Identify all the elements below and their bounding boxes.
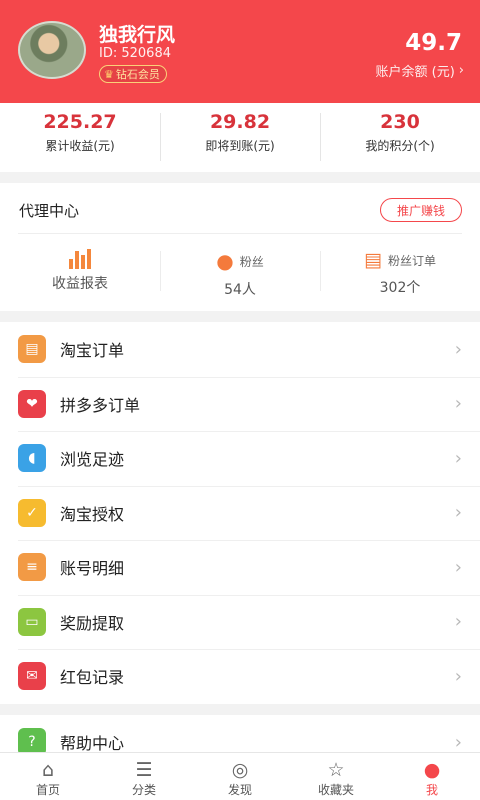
avatar[interactable] [18, 21, 86, 79]
help-icon: ? [18, 728, 46, 755]
divider [18, 233, 462, 234]
red-envelope-icon: ✉ [18, 662, 46, 691]
tab-bar: ⌂ 首页 ☰ 分类 ◎ 发现 ☆ 收藏夹 ● 我 [0, 752, 480, 800]
shield-check-icon: ✓ [18, 498, 46, 527]
compass-icon: ◎ [231, 759, 249, 781]
menu-list-secondary: ? 帮助中心 › [0, 715, 480, 755]
category-icon: ☰ [135, 759, 153, 781]
tile-fans[interactable]: ● 粉丝 54人 [160, 241, 320, 301]
tile-fan-orders[interactable]: ▤ 粉丝订单 302个 [320, 241, 480, 301]
menu-item[interactable]: ✓ 淘宝授权 › [0, 485, 480, 541]
menu-item[interactable]: ❤ 拼多多订单 › [0, 376, 480, 432]
tile-label: 粉丝 [239, 254, 264, 269]
balance-value[interactable]: 49.7 [405, 30, 462, 56]
menu-item[interactable]: ✉ 红包记录 › [0, 649, 480, 704]
stat-value: 225.27 [43, 111, 117, 133]
orders-icon: ▤ [18, 335, 46, 364]
vip-badge: ♛ 钻石会员 [99, 65, 167, 83]
menu-item-label: 浏览足迹 [60, 450, 125, 470]
wallet-icon: ▭ [18, 607, 46, 636]
agent-title: 代理中心 [19, 202, 80, 220]
menu-item-label: 淘宝订单 [60, 341, 125, 361]
stat-value: 29.82 [209, 111, 271, 133]
stat-points[interactable]: 230 我的积分(个) [320, 103, 480, 172]
tab-star[interactable]: ☆ 收藏夹 [288, 753, 384, 800]
tab-label: 首页 [35, 783, 60, 797]
username: 独我行风 [99, 24, 176, 46]
account-detail-icon: ≡ [18, 553, 46, 582]
menu-item[interactable]: ? 帮助中心 › [0, 715, 480, 755]
tile-value: 302个 [379, 280, 421, 296]
star-icon: ☆ [327, 759, 345, 781]
tile-value: 54人 [224, 282, 256, 298]
user-id: ID: 520684 [99, 46, 171, 61]
tile-label: 粉丝订单 [387, 253, 436, 268]
balance-link[interactable]: 账户余额 (元) › [376, 61, 464, 80]
menu-item[interactable]: ▤ 淘宝订单 › [0, 322, 480, 377]
chevron-right-icon: › [454, 556, 462, 578]
tile-label: 收益报表 [52, 276, 108, 292]
menu-item-label: 淘宝授权 [60, 504, 125, 524]
chevron-right-icon: › [454, 665, 462, 687]
tab-compass[interactable]: ◎ 发现 [192, 753, 288, 800]
bar-chart-icon [69, 247, 91, 269]
tab-label: 发现 [227, 783, 252, 797]
menu-item-label: 帮助中心 [60, 734, 125, 754]
chevron-right-icon: › [454, 731, 462, 753]
vip-label: 钻石会员 [115, 68, 160, 81]
stat-label: 即将到账(元) [205, 139, 275, 153]
tab-user[interactable]: ● 我 [384, 753, 480, 800]
tab-label: 收藏夹 [317, 783, 354, 797]
promo-button[interactable]: 推广赚钱 [380, 198, 462, 222]
stat-value: 230 [380, 111, 420, 133]
fans-icon: ● [216, 249, 234, 273]
stat-pending[interactable]: 29.82 即将到账(元) [160, 103, 320, 172]
footprint-icon: ◖ [18, 444, 46, 473]
menu-list: ▤ 淘宝订单 › ❤ 拼多多订单 › ◖ 浏览足迹 › ✓ 淘宝授权 › ≡ 账号明细 › ▭ 奖励提取 › ✉ 红包… [0, 322, 480, 704]
crown-icon: ♛ [104, 67, 114, 81]
menu-item-label: 红包记录 [60, 668, 125, 688]
stat-label: 累计收益(元) [45, 139, 115, 153]
home-icon: ⌂ [41, 759, 55, 781]
tab-label: 分类 [131, 783, 156, 797]
stat-label: 我的积分(个) [365, 139, 435, 153]
menu-item-label: 账号明细 [60, 559, 125, 579]
chevron-right-icon: › [454, 611, 462, 633]
profile-header: 独我行风 ID: 520684 ♛ 钻石会员 49.7 账户余额 (元) › [0, 0, 480, 103]
tab-label: 我 [425, 783, 438, 797]
chevron-right-icon: › [454, 338, 462, 360]
user-icon: ● [423, 759, 441, 781]
menu-item-label: 拼多多订单 [60, 395, 141, 415]
tab-home[interactable]: ⌂ 首页 [0, 753, 96, 800]
tab-category[interactable]: ☰ 分类 [96, 753, 192, 800]
tile-income-report[interactable]: 收益报表 [0, 241, 160, 301]
chevron-right-icon: › [454, 447, 462, 469]
stats-bar: 225.27 累计收益(元) 29.82 即将到账(元) 230 我的积分(个) [0, 103, 480, 172]
balance-label: 账户余额 (元) [375, 65, 455, 80]
stat-total-income[interactable]: 225.27 累计收益(元) [0, 103, 160, 172]
chevron-right-icon: › [458, 63, 464, 78]
menu-item[interactable]: ▭ 奖励提取 › [0, 594, 480, 650]
agent-center: 代理中心 推广赚钱 收益报表 ● 粉丝 54人 ▤ 粉丝订单 302个 [0, 183, 480, 311]
clipboard-icon: ▤ [364, 249, 382, 271]
chevron-right-icon: › [454, 393, 462, 415]
menu-item-label: 奖励提取 [60, 613, 125, 633]
menu-item[interactable]: ≡ 账号明细 › [0, 540, 480, 595]
menu-item[interactable]: ◖ 浏览足迹 › [0, 431, 480, 486]
chevron-right-icon: › [454, 502, 462, 524]
heart-pattern-icon: ❤ [18, 389, 46, 418]
